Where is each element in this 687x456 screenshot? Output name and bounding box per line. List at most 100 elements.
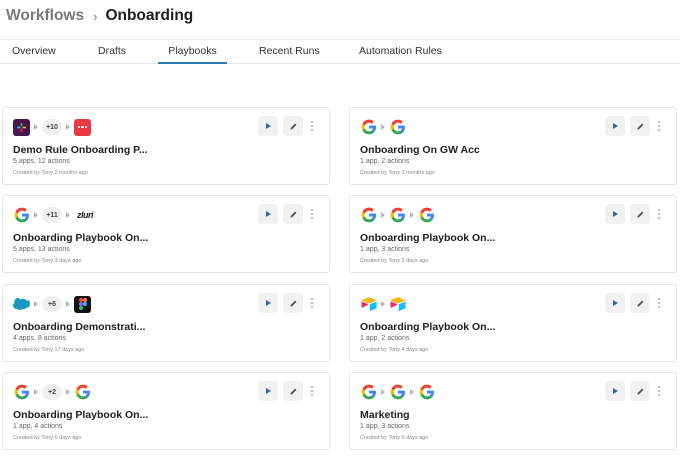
- slack-icon: [13, 118, 30, 136]
- card-meta: Created by Tony 6 days ago: [13, 435, 82, 441]
- card-subtitle: 1 app, 3 actions: [360, 423, 410, 430]
- more-options-icon[interactable]: [656, 293, 662, 313]
- tab-recent-runs[interactable]: Recent Runs: [259, 40, 320, 64]
- run-button[interactable]: [258, 116, 278, 136]
- red-dots-app-icon: [74, 118, 91, 136]
- edit-button[interactable]: [283, 381, 303, 401]
- pencil-icon: [636, 300, 643, 307]
- tab-automation-rules[interactable]: Automation Rules: [359, 40, 442, 64]
- edit-button[interactable]: [630, 116, 650, 136]
- card-subtitle: 1 app, 3 actions: [360, 246, 410, 253]
- playbook-card[interactable]: +10 Demo Rule Onboarding P... 5 apps, 12…: [2, 107, 330, 185]
- arrow-icon: [410, 212, 414, 218]
- more-apps-badge: +2: [42, 384, 62, 400]
- card-subtitle: 5 apps, 13 actions: [13, 246, 70, 253]
- airtable-icon: [389, 296, 406, 313]
- card-actions: [600, 293, 662, 313]
- playbook-card[interactable]: +2 Onboarding Playbook On... 1 app, 4 ac…: [2, 372, 330, 450]
- pencil-icon: [289, 388, 296, 395]
- more-options-icon[interactable]: [309, 381, 315, 401]
- google-icon: [360, 119, 377, 136]
- run-button[interactable]: [605, 116, 625, 136]
- app-icons: +2: [13, 383, 91, 401]
- more-options-icon[interactable]: [656, 116, 662, 136]
- tab-overview[interactable]: Overview: [12, 40, 56, 64]
- arrow-icon: [381, 389, 385, 395]
- play-icon: [613, 300, 618, 306]
- play-icon: [613, 388, 618, 394]
- google-icon: [74, 384, 91, 401]
- card-title: Onboarding On GW Acc: [360, 144, 480, 156]
- card-title: Onboarding Demonstrati...: [13, 321, 146, 333]
- card-subtitle: 1 app, 2 actions: [360, 158, 410, 165]
- more-options-icon[interactable]: [309, 293, 315, 313]
- play-icon: [613, 123, 618, 129]
- pencil-icon: [289, 211, 296, 218]
- card-meta: Created by Tony 2 months ago: [13, 170, 88, 176]
- card-title: Demo Rule Onboarding P...: [13, 144, 148, 156]
- arrow-icon: [381, 212, 385, 218]
- playbook-card[interactable]: +11 zluri Onboarding Playbook On... 5 ap…: [2, 195, 330, 273]
- edit-button[interactable]: [630, 381, 650, 401]
- edit-button[interactable]: [630, 293, 650, 313]
- breadcrumb-workflows-link[interactable]: Workflows: [6, 7, 84, 25]
- google-icon: [389, 384, 406, 401]
- more-options-icon[interactable]: [656, 381, 662, 401]
- playbook-card[interactable]: Onboarding On GW Acc 1 app, 2 actions Cr…: [349, 107, 677, 185]
- google-icon: [418, 384, 435, 401]
- google-icon: [360, 384, 377, 401]
- card-meta: Created by Tony 3 days ago: [360, 258, 429, 264]
- card-subtitle: 5 apps, 12 actions: [13, 158, 70, 165]
- arrow-icon: [66, 124, 70, 130]
- arrow-icon: [66, 212, 70, 218]
- google-icon: [13, 384, 30, 401]
- arrow-icon: [34, 124, 38, 130]
- playbook-card[interactable]: Marketing 1 app, 3 actions Created by To…: [349, 372, 677, 450]
- pencil-icon: [636, 211, 643, 218]
- card-meta: Created by Tony 6 days ago: [360, 435, 429, 441]
- figma-icon: [74, 295, 91, 313]
- pencil-icon: [636, 123, 643, 130]
- arrow-icon: [381, 301, 385, 307]
- arrow-icon: [66, 301, 70, 307]
- pencil-icon: [636, 388, 643, 395]
- run-button[interactable]: [605, 293, 625, 313]
- run-button[interactable]: [605, 204, 625, 224]
- run-button[interactable]: [605, 381, 625, 401]
- breadcrumb-separator: ›: [93, 8, 98, 24]
- card-actions: [253, 293, 315, 313]
- card-title: Onboarding Playbook On...: [360, 232, 496, 244]
- app-icons: +6: [13, 295, 91, 313]
- app-icons: +10: [13, 118, 91, 136]
- play-icon: [266, 211, 271, 217]
- more-apps-badge: +6: [42, 296, 62, 312]
- google-icon: [360, 207, 377, 224]
- arrow-icon: [410, 389, 414, 395]
- more-options-icon[interactable]: [309, 116, 315, 136]
- tab-drafts[interactable]: Drafts: [98, 40, 126, 64]
- playbook-card[interactable]: Onboarding Playbook On... 1 app, 3 actio…: [349, 195, 677, 273]
- run-button[interactable]: [258, 381, 278, 401]
- playbook-card[interactable]: Onboarding Playbook On... 1 app, 2 actio…: [349, 284, 677, 362]
- arrow-icon: [34, 389, 38, 395]
- edit-button[interactable]: [283, 293, 303, 313]
- tab-playbooks[interactable]: Playbooks: [158, 40, 227, 64]
- app-icons: [360, 118, 406, 136]
- google-icon: [389, 207, 406, 224]
- edit-button[interactable]: [283, 204, 303, 224]
- more-apps-badge: +11: [42, 207, 62, 223]
- edit-button[interactable]: [283, 116, 303, 136]
- google-icon: [418, 207, 435, 224]
- run-button[interactable]: [258, 293, 278, 313]
- edit-button[interactable]: [630, 204, 650, 224]
- card-actions: [600, 116, 662, 136]
- breadcrumb: Workflows › Onboarding: [6, 6, 193, 26]
- playbook-card[interactable]: +6 Onboarding Demonstrati... 4 apps, 8 a…: [2, 284, 330, 362]
- app-icons: [360, 295, 406, 313]
- run-button[interactable]: [258, 204, 278, 224]
- play-icon: [266, 388, 271, 394]
- play-icon: [613, 211, 618, 217]
- more-options-icon[interactable]: [309, 204, 315, 224]
- more-options-icon[interactable]: [656, 204, 662, 224]
- arrow-icon: [34, 301, 38, 307]
